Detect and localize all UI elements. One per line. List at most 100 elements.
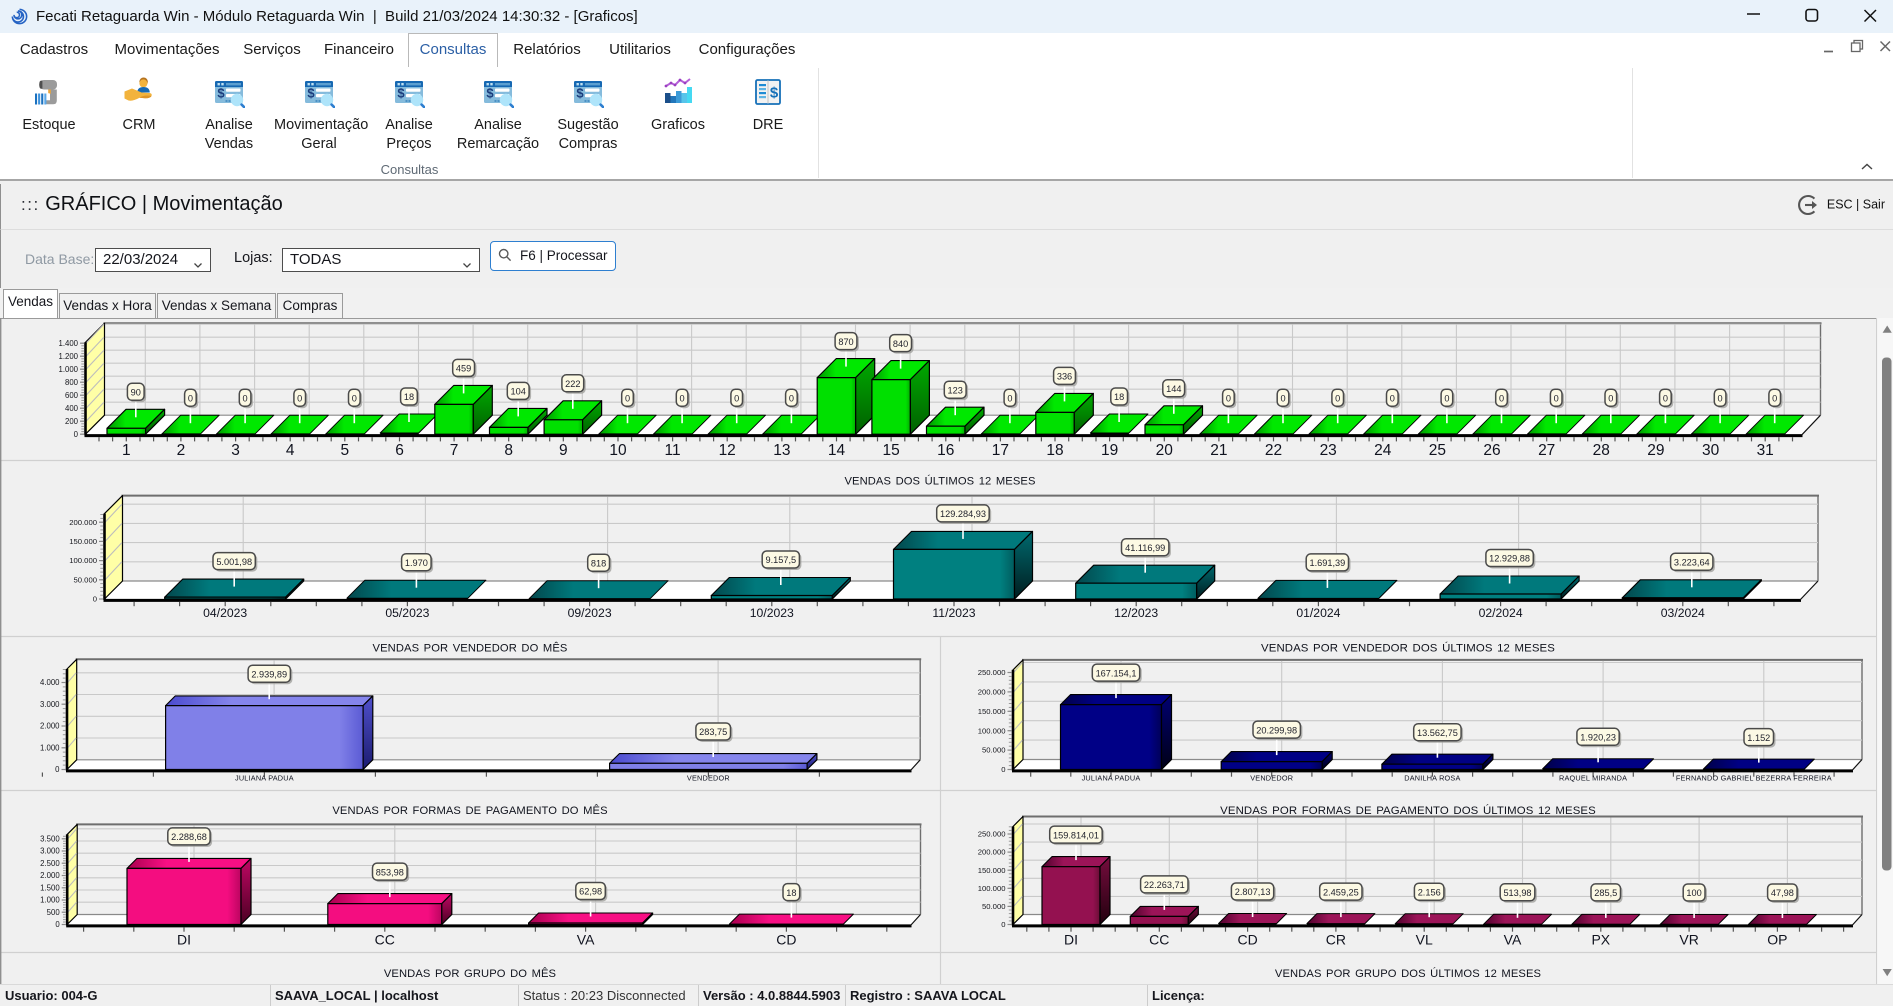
svg-text:31: 31 xyxy=(1757,442,1774,459)
svg-text:50.000: 50.000 xyxy=(982,902,1006,911)
svg-text:02/2024: 02/2024 xyxy=(1479,606,1523,620)
svg-text:0: 0 xyxy=(1499,393,1504,403)
svg-text:1.000: 1.000 xyxy=(40,896,60,905)
svg-text:CC: CC xyxy=(1149,932,1169,948)
svg-text:150.000: 150.000 xyxy=(69,537,97,546)
svg-text:DI: DI xyxy=(177,932,191,948)
svg-text:200: 200 xyxy=(65,417,79,426)
svg-text:VENDAS POR FORMAS DE PAGAMENTO: VENDAS POR FORMAS DE PAGAMENTO DOS ÚLTIM… xyxy=(1220,804,1596,817)
svg-text:10/2023: 10/2023 xyxy=(750,606,794,620)
svg-text:VENDAS POR FORMAS DE PAGAMENTO: VENDAS POR FORMAS DE PAGAMENTO DO MÊS xyxy=(332,804,607,817)
svg-text:818: 818 xyxy=(591,558,606,568)
svg-text:100.000: 100.000 xyxy=(978,884,1006,893)
svg-text:90: 90 xyxy=(131,388,141,398)
svg-text:870: 870 xyxy=(838,337,853,347)
svg-text:0: 0 xyxy=(1663,393,1668,403)
svg-text:RAQUEL MIRANDA: RAQUEL MIRANDA xyxy=(1559,773,1627,782)
svg-text:3.223,64: 3.223,64 xyxy=(1674,558,1710,568)
svg-text:159.814,01: 159.814,01 xyxy=(1053,830,1099,840)
svg-text:2.459,25: 2.459,25 xyxy=(1323,887,1359,897)
svg-text:5.001,98: 5.001,98 xyxy=(216,557,252,567)
svg-text:1.970: 1.970 xyxy=(405,558,428,568)
svg-text:2.156: 2.156 xyxy=(1418,887,1441,897)
svg-text:0: 0 xyxy=(1390,393,1395,403)
svg-text:144: 144 xyxy=(1166,384,1181,394)
svg-text:41.116,99: 41.116,99 xyxy=(1125,543,1165,553)
svg-text:104: 104 xyxy=(511,387,526,397)
svg-text:09/2023: 09/2023 xyxy=(568,606,612,620)
svg-text:22: 22 xyxy=(1265,442,1282,459)
svg-text:20: 20 xyxy=(1156,442,1174,459)
svg-text:2.288,68: 2.288,68 xyxy=(171,832,207,842)
svg-text:1.200: 1.200 xyxy=(58,352,78,361)
svg-text:2.807,13: 2.807,13 xyxy=(1235,887,1271,897)
svg-text:0: 0 xyxy=(297,393,302,403)
svg-text:29: 29 xyxy=(1647,442,1664,459)
svg-text:VA: VA xyxy=(577,932,595,948)
svg-text:0: 0 xyxy=(1001,765,1005,774)
svg-text:0: 0 xyxy=(789,393,794,403)
svg-text:8: 8 xyxy=(504,442,513,459)
svg-text:250.000: 250.000 xyxy=(978,668,1006,677)
svg-text:VR: VR xyxy=(1679,932,1698,948)
svg-text:OP: OP xyxy=(1767,932,1787,948)
svg-text:0: 0 xyxy=(1772,393,1777,403)
svg-text:1.691,39: 1.691,39 xyxy=(1310,558,1346,568)
svg-text:3.000: 3.000 xyxy=(40,847,60,856)
svg-text:0: 0 xyxy=(55,920,60,929)
svg-text:0: 0 xyxy=(1554,393,1559,403)
svg-text:05/2023: 05/2023 xyxy=(385,606,429,620)
svg-text:100.000: 100.000 xyxy=(69,556,97,565)
svg-text:04/2023: 04/2023 xyxy=(203,606,247,620)
svg-text:4.000: 4.000 xyxy=(40,678,60,687)
svg-text:0: 0 xyxy=(1608,393,1613,403)
svg-text:24: 24 xyxy=(1374,442,1392,459)
svg-text:513,98: 513,98 xyxy=(1503,888,1531,898)
svg-text:5: 5 xyxy=(340,442,349,459)
svg-text:28: 28 xyxy=(1593,442,1610,459)
svg-text:500: 500 xyxy=(47,908,61,917)
svg-text:JULIANA PADUA: JULIANA PADUA xyxy=(1082,773,1141,782)
svg-text:0: 0 xyxy=(188,393,193,403)
svg-text:JULIANA PADUA: JULIANA PADUA xyxy=(235,773,294,782)
svg-text:6: 6 xyxy=(395,442,404,459)
svg-text:0: 0 xyxy=(1007,393,1012,403)
svg-text:PX: PX xyxy=(1591,932,1610,948)
svg-text:13: 13 xyxy=(773,442,790,459)
svg-text:DANILHA ROSA: DANILHA ROSA xyxy=(1404,773,1460,782)
svg-text:285,5: 285,5 xyxy=(1594,888,1617,898)
svg-text:129.284,93: 129.284,93 xyxy=(940,509,986,519)
svg-text:0: 0 xyxy=(680,393,685,403)
svg-text:12: 12 xyxy=(719,442,736,459)
svg-text:0: 0 xyxy=(1718,393,1723,403)
svg-text:18: 18 xyxy=(1046,442,1063,459)
svg-text:2: 2 xyxy=(177,442,186,459)
svg-text:283,75: 283,75 xyxy=(699,727,727,737)
svg-text:0: 0 xyxy=(1001,920,1005,929)
svg-text:15: 15 xyxy=(882,442,899,459)
svg-text:03/2024: 03/2024 xyxy=(1661,606,1705,620)
svg-text:21: 21 xyxy=(1210,442,1227,459)
svg-text:VENDEDOR: VENDEDOR xyxy=(687,773,730,782)
svg-text:VENDAS DOS ÚLTIMOS 12 MESES: VENDAS DOS ÚLTIMOS 12 MESES xyxy=(844,475,1035,488)
svg-text:100: 100 xyxy=(1686,888,1701,898)
svg-text:0: 0 xyxy=(93,595,97,604)
svg-text:VENDAS POR GRUPO DOS ÚLTIMOS 1: VENDAS POR GRUPO DOS ÚLTIMOS 12 MESES xyxy=(1275,967,1541,980)
svg-text:62,98: 62,98 xyxy=(579,887,602,897)
svg-text:CC: CC xyxy=(375,932,395,948)
svg-text:123: 123 xyxy=(948,385,963,395)
svg-text:250.000: 250.000 xyxy=(978,830,1006,839)
svg-text:222: 222 xyxy=(565,379,580,389)
svg-text:1.152: 1.152 xyxy=(1747,733,1770,743)
svg-text:25: 25 xyxy=(1429,442,1446,459)
svg-text:840: 840 xyxy=(893,339,908,349)
svg-text:2.939,89: 2.939,89 xyxy=(251,669,287,679)
svg-text:16: 16 xyxy=(937,442,954,459)
svg-text:19: 19 xyxy=(1101,442,1118,459)
svg-text:0: 0 xyxy=(1335,393,1340,403)
svg-text:26: 26 xyxy=(1483,442,1500,459)
svg-text:9.157,5: 9.157,5 xyxy=(765,555,796,565)
svg-text:3.500: 3.500 xyxy=(40,834,60,843)
svg-text:2.000: 2.000 xyxy=(40,722,60,731)
svg-text:400: 400 xyxy=(65,404,79,413)
